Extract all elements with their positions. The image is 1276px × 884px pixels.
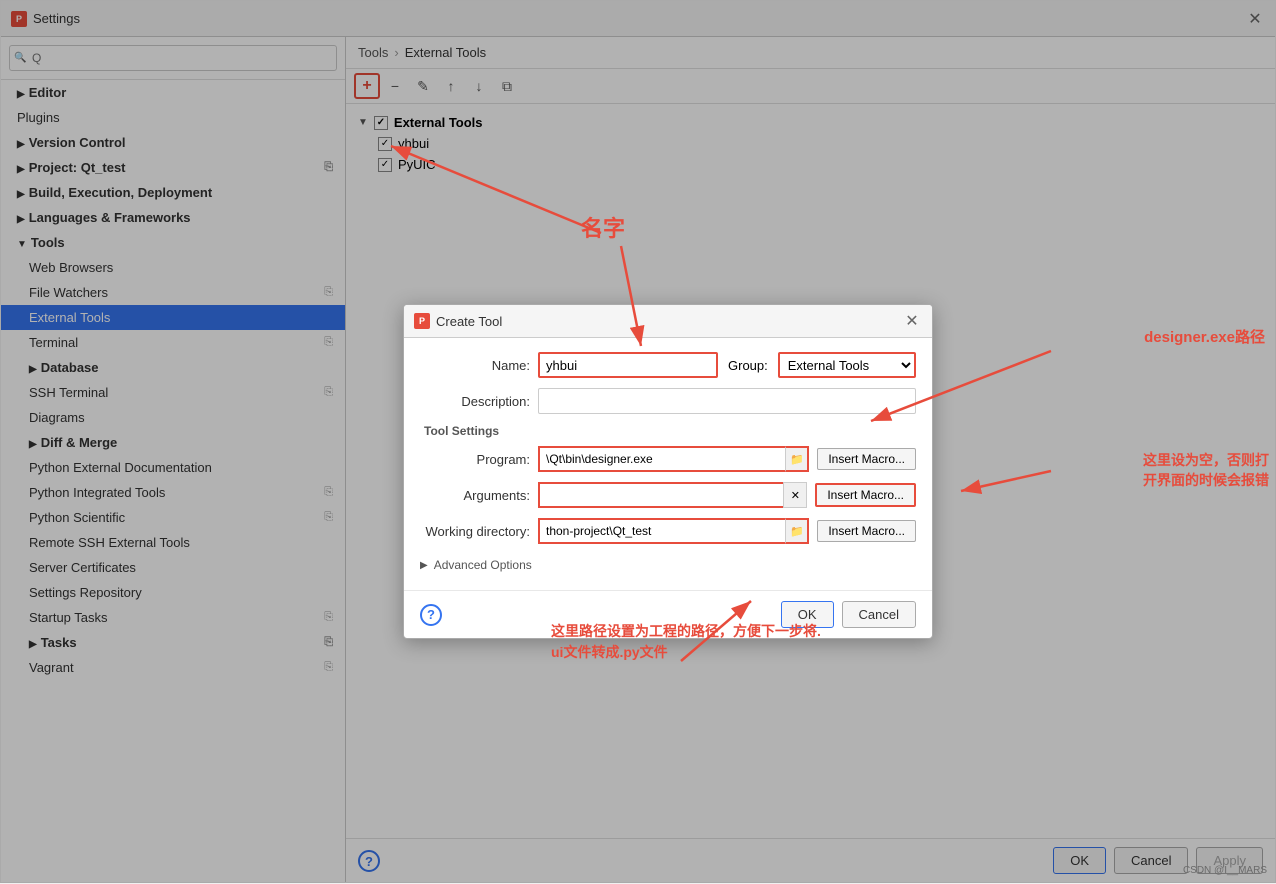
tool-settings-section: Tool Settings Program: 📁 Insert Macro...… (420, 424, 916, 576)
name-input[interactable] (538, 352, 718, 378)
program-row: Program: 📁 Insert Macro... (420, 446, 916, 472)
working-dir-field: 📁 (538, 518, 809, 544)
main-window: P Settings ✕ ▶Editor Plugins ▶Version Co… (0, 0, 1276, 883)
arguments-browse-button[interactable]: ✕ (783, 482, 807, 508)
dialog-title: Create Tool (436, 314, 902, 329)
advanced-options-label: Advanced Options (434, 558, 532, 572)
dialog-overlay: P Create Tool ✕ Name: Group: External To… (1, 1, 1275, 882)
dialog-close-button[interactable]: ✕ (902, 311, 922, 331)
description-label: Description: (420, 394, 530, 409)
arguments-label: Arguments: (420, 488, 530, 503)
program-browse-button[interactable]: 📁 (785, 446, 809, 472)
dialog-help-button[interactable]: ? (420, 604, 442, 626)
description-input[interactable] (538, 388, 916, 414)
working-dir-row: Working directory: 📁 Insert Macro... (420, 518, 916, 544)
dialog-ok-button[interactable]: OK (781, 601, 834, 628)
program-insert-macro-button[interactable]: Insert Macro... (817, 448, 916, 470)
group-select[interactable]: External Tools (778, 352, 916, 378)
working-dir-label: Working directory: (420, 524, 530, 539)
working-dir-insert-macro-button[interactable]: Insert Macro... (817, 520, 916, 542)
arguments-row: Arguments: ✕ Insert Macro... (420, 482, 916, 508)
dialog-app-icon: P (414, 313, 430, 329)
arguments-input[interactable] (538, 482, 783, 508)
advanced-options-row[interactable]: ▶ Advanced Options (420, 554, 916, 576)
dialog-footer: ? OK Cancel (404, 590, 932, 638)
description-row: Description: (420, 388, 916, 414)
program-field: 📁 (538, 446, 809, 472)
arguments-field: ✕ (538, 482, 807, 508)
program-label: Program: (420, 452, 530, 467)
create-tool-dialog: P Create Tool ✕ Name: Group: External To… (403, 304, 933, 639)
group-label: Group: (728, 358, 768, 373)
dialog-title-bar: P Create Tool ✕ (404, 305, 932, 338)
tool-settings-label: Tool Settings (420, 424, 916, 438)
dialog-cancel-button[interactable]: Cancel (842, 601, 916, 628)
name-input-wrap: Group: External Tools (538, 352, 916, 378)
name-row: Name: Group: External Tools (420, 352, 916, 378)
name-label: Name: (420, 358, 530, 373)
arguments-insert-macro-button[interactable]: Insert Macro... (815, 483, 916, 507)
working-dir-browse-button[interactable]: 📁 (785, 518, 809, 544)
dialog-footer-right: OK Cancel (781, 601, 916, 628)
working-dir-input[interactable] (538, 518, 785, 544)
dialog-body: Name: Group: External Tools Description: (404, 338, 932, 590)
program-input[interactable] (538, 446, 785, 472)
